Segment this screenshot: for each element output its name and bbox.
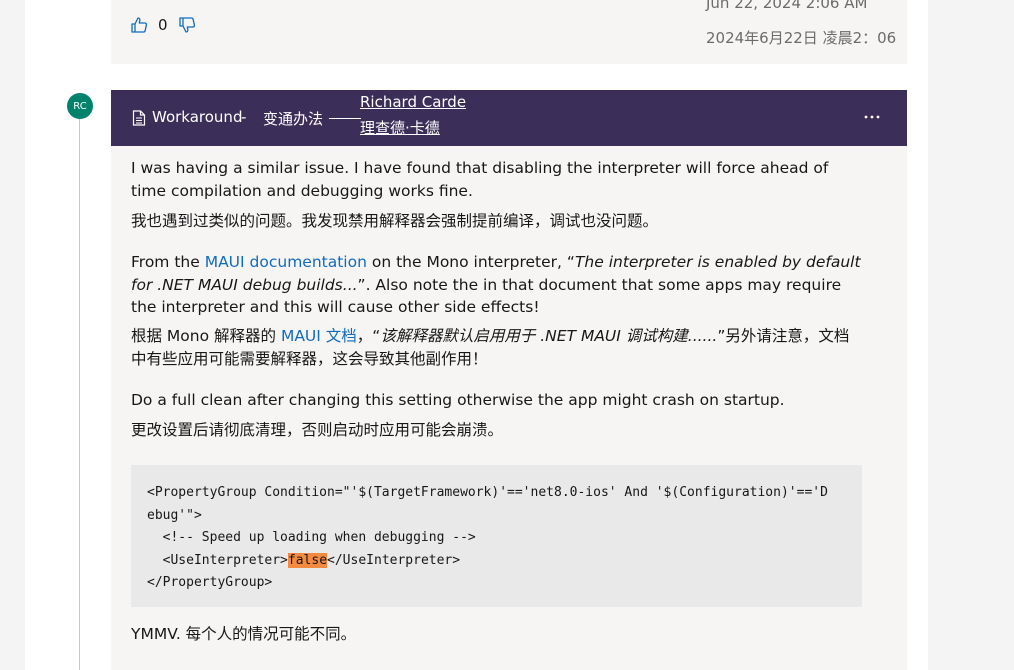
document-icon xyxy=(132,110,146,130)
more-options-icon[interactable] xyxy=(859,104,885,130)
author-name-link-zh[interactable]: 理查德·卡德 xyxy=(360,117,440,138)
answer-header: Workaround - 变通办法 Richard Carde 理查德·卡德 xyxy=(111,90,907,146)
maui-documentation-link-zh[interactable]: MAUI 文档 xyxy=(281,327,357,345)
vote-count: 0 xyxy=(158,16,168,34)
paragraph-1-en: I was having a similar issue. I have fou… xyxy=(131,159,829,200)
p2-zh-quote: 该解释器默认启用用于 .NET MAUI 调试构建...... xyxy=(380,327,718,345)
paragraph-3-en: Do a full clean after changing this sett… xyxy=(131,391,785,409)
code-line-5: </PropertyGroup> xyxy=(147,575,273,590)
thread-line xyxy=(79,118,80,670)
code-line-2: ebug'"> xyxy=(147,507,202,523)
p2-zh-pre: 根据 Mono 解释器的 xyxy=(131,327,281,345)
thumbs-up-icon[interactable] xyxy=(130,16,148,34)
code-block[interactable]: <PropertyGroup Condition="'$(TargetFrame… xyxy=(131,465,862,607)
p2-en-pre: From the xyxy=(131,253,205,271)
paragraph-2-zh: 根据 Mono 解释器的 MAUI 文档，“该解释器默认启用用于 .NET MA… xyxy=(131,325,861,370)
code-highlight: false xyxy=(287,552,328,568)
maui-documentation-link[interactable]: MAUI documentation xyxy=(205,253,367,271)
reply-date-en: Jun 22, 2024 2:06 AM xyxy=(706,0,868,12)
p2-zh-mid: ，“ xyxy=(356,327,381,345)
thumbs-down-icon[interactable] xyxy=(178,16,196,34)
author-name-link[interactable]: Richard Carde xyxy=(360,93,466,111)
paragraph-4: YMMV. 每个人的情况可能不同。 xyxy=(131,625,357,643)
paragraph-3-zh: 更改设置后请彻底清理，否则启动时应用可能会崩溃。 xyxy=(131,421,504,439)
paragraph-2-en: From the MAUI documentation on the Mono … xyxy=(131,251,861,319)
code-line-1: <PropertyGroup Condition="'$(TargetFrame… xyxy=(147,485,828,500)
vote-row: 0 xyxy=(130,14,196,36)
reply-date-zh: 2024年6月22日 凌晨2：06 xyxy=(706,29,897,47)
paragraph-1-zh: 我也遇到过类似的问题。我发现禁用解释器会强制提前编译，调试也没问题。 xyxy=(131,212,659,230)
code-line-3: <!-- Speed up loading when debugging --> xyxy=(147,530,476,545)
avatar[interactable]: RC xyxy=(67,93,93,119)
answer-type-label: Workaround xyxy=(152,108,243,126)
code-line-4-pre: <UseInterpreter> xyxy=(147,552,288,568)
header-connector-line xyxy=(329,118,361,119)
code-line-4-post: </UseInterpreter> xyxy=(327,552,461,568)
answer-type-label-zh: 变通办法 xyxy=(263,110,324,128)
p2-en-mid: on the Mono interpreter, “ xyxy=(366,253,575,271)
header-separator: - xyxy=(241,108,247,126)
